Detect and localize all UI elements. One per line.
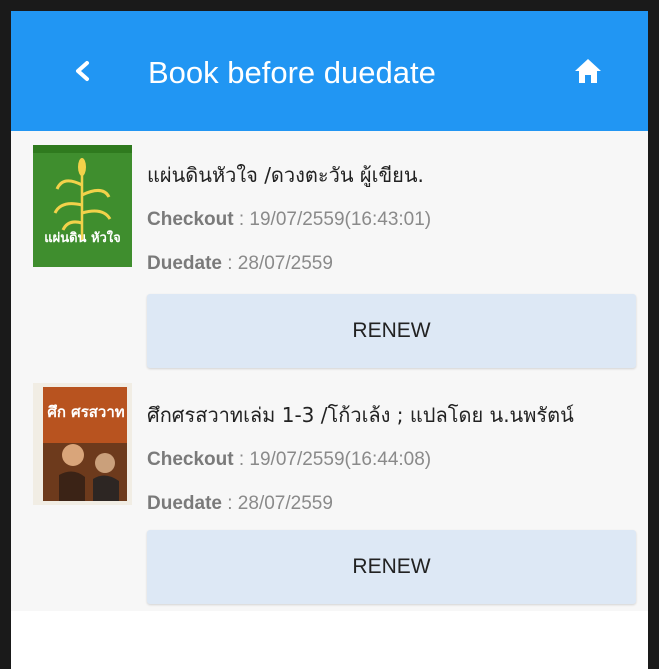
app-bar: Book before duedate xyxy=(11,11,648,131)
home-button[interactable] xyxy=(573,56,603,86)
book-list: แผ่นดิน หัวใจ แผ่นดินหัวใจ /ดวงตะวัน ผู้… xyxy=(11,131,648,611)
checkout-label: Checkout xyxy=(147,449,234,470)
duedate-info: Duedate : 28/07/2559 xyxy=(147,490,333,518)
list-item: ศึก ศรสวาท ศึกศรสวาทเล่ม 1-3 /โก้วเล้ง ;… xyxy=(11,371,648,611)
book-title[interactable]: แผ่นดินหัวใจ /ดวงตะวัน ผู้เขียน. xyxy=(147,161,645,189)
duedate-info: Duedate : 28/07/2559 xyxy=(147,250,333,278)
cover-title: แผ่นดิน หัวใจ xyxy=(44,231,121,246)
renew-button[interactable]: RENEW xyxy=(147,530,636,604)
back-button[interactable] xyxy=(61,49,105,93)
renew-button[interactable]: RENEW xyxy=(147,294,636,368)
checkout-value: : 19/07/2559(16:43:01) xyxy=(238,209,432,230)
list-item: แผ่นดิน หัวใจ แผ่นดินหัวใจ /ดวงตะวัน ผู้… xyxy=(11,131,648,371)
page-title: Book before duedate xyxy=(148,55,436,90)
checkout-label: Checkout xyxy=(147,209,234,230)
duedate-label: Duedate xyxy=(147,493,222,514)
duedate-label: Duedate xyxy=(147,253,222,274)
checkout-info: Checkout : 19/07/2559(16:44:08) xyxy=(147,446,431,474)
home-icon xyxy=(575,59,601,83)
duedate-value: : 28/07/2559 xyxy=(227,493,333,514)
app-screen: Book before duedate แผ่นดิน หัวใจ แผ่นดิ… xyxy=(11,11,648,669)
book-cover: ศึก ศรสวาท xyxy=(33,383,132,505)
duedate-value: : 28/07/2559 xyxy=(227,253,333,274)
book-cover: แผ่นดิน หัวใจ xyxy=(33,145,132,267)
checkout-info: Checkout : 19/07/2559(16:43:01) xyxy=(147,206,431,234)
checkout-value: : 19/07/2559(16:44:08) xyxy=(238,449,432,470)
book-title[interactable]: ศึกศรสวาทเล่ม 1-3 /โก้วเล้ง ; แปลโดย น.น… xyxy=(147,401,645,429)
cover-title: ศึก ศรสวาท xyxy=(47,403,125,421)
chevron-left-icon xyxy=(76,61,89,81)
